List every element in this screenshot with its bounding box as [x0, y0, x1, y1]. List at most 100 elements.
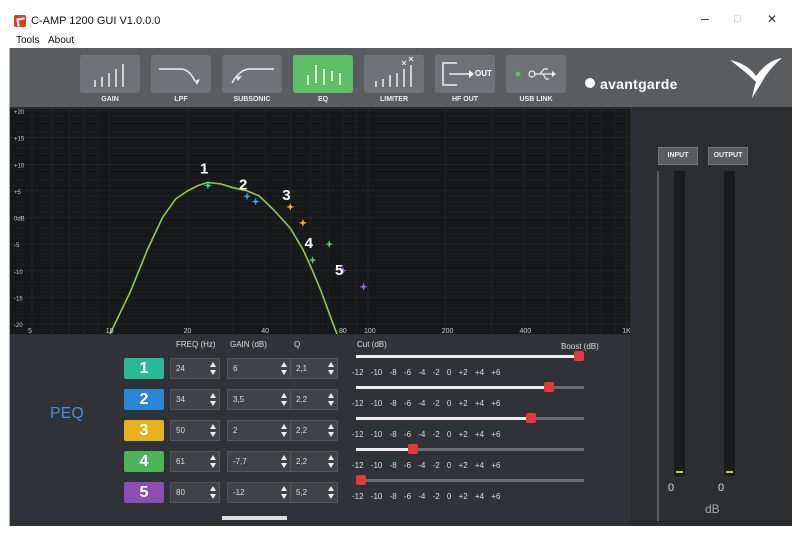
spinner-arrows-icon[interactable] [328, 393, 335, 406]
band-5-button[interactable]: 5 [124, 482, 164, 503]
band-2-button[interactable]: 2 [124, 389, 164, 410]
band-3-gain-field[interactable]: 2 [227, 420, 291, 441]
maximize-button[interactable]: □ [734, 13, 741, 25]
band-5-q-field[interactable]: 5,2 [290, 482, 338, 503]
spinner-arrows-icon[interactable] [281, 362, 288, 375]
band-3-gain-slider[interactable] [356, 413, 584, 423]
spinner-arrows-icon[interactable] [328, 486, 335, 499]
peq-panel: PEQ 1 24 6 2,1 -12 -10 -8 -6 -4 -2 0 +2 +4 +… [10, 335, 630, 526]
spinner-arrows-icon[interactable] [210, 424, 217, 437]
minimize-button[interactable]: – [701, 10, 709, 26]
band-3-button[interactable]: 3 [124, 420, 164, 441]
eq-response-curve [109, 181, 338, 334]
x-tick-label: 400 [520, 328, 532, 334]
spinner-arrows-icon[interactable] [281, 393, 288, 406]
band-2-marker [251, 197, 260, 206]
x-tick-label: 40 [261, 328, 269, 334]
slider-scale: -12 -10 -8 -6 -4 -2 0 +2 +4 +6 [352, 492, 501, 501]
band-2-freq-value: 34 [176, 395, 185, 404]
output-meter-button[interactable]: OUTPUT [708, 147, 748, 165]
peq-title: PEQ [50, 405, 84, 422]
band-1-gain-field[interactable]: 6 [227, 358, 291, 379]
x-tick-label: 80 [339, 328, 347, 334]
band-2-gain-field[interactable]: 3,5 [227, 389, 291, 410]
toolbar-subsonic-label: SUBSONIC [233, 96, 271, 103]
slider-thumb[interactable] [574, 351, 584, 361]
brand-logo-icon [585, 78, 595, 88]
close-button[interactable]: ✕ [767, 12, 777, 26]
spinner-arrows-icon[interactable] [328, 455, 335, 468]
spinner-arrows-icon[interactable] [281, 424, 288, 437]
band-5-graph-label: 5 [335, 262, 343, 279]
band-1-button[interactable]: 1 [124, 358, 164, 379]
frequency-response-graph: +20 +15 +10 +5 0dB -5 -10 -15 -20 1 2 3 4 5 5 10 20 40 80 1… [10, 109, 630, 334]
slider-fill [356, 448, 409, 451]
y-tick-label: +10 [14, 163, 25, 169]
band-5-gain-field[interactable]: -12 [227, 482, 291, 503]
spinner-arrows-icon[interactable] [281, 486, 288, 499]
x-tick-label: 20 [183, 328, 191, 334]
peq-header-cut: Cut (dB) [357, 340, 387, 349]
status-strip [222, 516, 287, 520]
band-4-gain-value: -7,7 [233, 457, 247, 466]
toolbar-eq-button[interactable] [293, 55, 353, 93]
output-level-value: 0 [718, 482, 725, 494]
peq-band-row: 5 80 -12 5,2 -12 -10 -8 -6 -4 -2 0 +2 +4 +6 [124, 475, 629, 505]
band-2-gain-slider[interactable] [356, 382, 584, 392]
meter-divider [657, 171, 659, 521]
menu-tools[interactable]: Tools [16, 35, 39, 46]
toolbar-limiter-button[interactable] [364, 55, 424, 93]
slider-thumb[interactable] [356, 475, 366, 485]
y-tick-label: 0dB [14, 217, 25, 223]
input-meter-button[interactable]: INPUT [658, 147, 698, 165]
spinner-arrows-icon[interactable] [281, 455, 288, 468]
spinner-arrows-icon[interactable] [328, 362, 335, 375]
peq-band-row: 1 24 6 2,1 -12 -10 -8 -6 -4 -2 0 +2 +4 +6 [124, 351, 629, 381]
band-2-q-field[interactable]: 2,2 [290, 389, 338, 410]
band-4-freq-field[interactable]: 61 [170, 451, 220, 472]
band-4-freq-value: 61 [176, 457, 185, 466]
slider-thumb[interactable] [543, 382, 554, 392]
slider-thumb[interactable] [408, 444, 419, 454]
band-4-gain-slider[interactable] [356, 444, 584, 454]
toolbar-lpf-label: LPF [174, 96, 188, 103]
toolbar-hfout-button[interactable]: OUT [435, 55, 495, 93]
band-4-button[interactable]: 4 [124, 451, 164, 472]
menu-about[interactable]: About [48, 35, 74, 46]
slider-thumb[interactable] [525, 413, 536, 423]
band-1-q-value: 2,1 [296, 364, 308, 373]
spinner-arrows-icon[interactable] [210, 362, 217, 375]
spinner-arrows-icon[interactable] [328, 424, 335, 437]
band-4-marker [325, 240, 334, 249]
band-4-q-field[interactable]: 2,2 [290, 451, 338, 472]
band-1-gain-value: 6 [233, 364, 238, 373]
toolbar-lpf-button[interactable] [151, 55, 211, 93]
slider-scale: -12 -10 -8 -6 -4 -2 0 +2 +4 +6 [352, 461, 501, 470]
band-1-freq-field[interactable]: 24 [170, 358, 220, 379]
band-2-graph-label: 2 [239, 177, 247, 194]
band-3-q-field[interactable]: 2,2 [290, 420, 338, 441]
band-1-freq-value: 24 [176, 364, 185, 373]
input-level-meter [674, 171, 685, 476]
spinner-arrows-icon[interactable] [210, 486, 217, 499]
band-3-freq-field[interactable]: 50 [170, 420, 220, 441]
band-1-gain-slider[interactable] [356, 351, 584, 361]
band-4-gain-field[interactable]: -7,7 [227, 451, 291, 472]
toolbar-usb-button[interactable] [506, 55, 566, 93]
band-2-freq-field[interactable]: 34 [170, 389, 220, 410]
peq-header-freq: FREQ (Hz) [176, 340, 216, 349]
band-5-freq-field[interactable]: 80 [170, 482, 220, 503]
lowpass-curve-icon [159, 68, 200, 85]
x-tick-label: 1K [622, 328, 630, 334]
toolbar-gain-button[interactable] [80, 55, 140, 93]
highpass-curve-icon [231, 68, 274, 84]
toolbar-subsonic-button[interactable] [222, 55, 282, 93]
band-5-gain-slider[interactable] [356, 475, 584, 485]
spinner-arrows-icon[interactable] [210, 393, 217, 406]
x-tick-label: 200 [442, 328, 454, 334]
band-1-q-field[interactable]: 2,1 [290, 358, 338, 379]
peq-band-row: 3 50 2 2,2 -12 -10 -8 -6 -4 -2 0 +2 +4 +6 [124, 413, 629, 443]
output-level-meter [724, 171, 735, 476]
spinner-arrows-icon[interactable] [210, 455, 217, 468]
title-bar: C-AMP 1200 GUI V1.0.0.0 – □ ✕ [0, 0, 792, 34]
